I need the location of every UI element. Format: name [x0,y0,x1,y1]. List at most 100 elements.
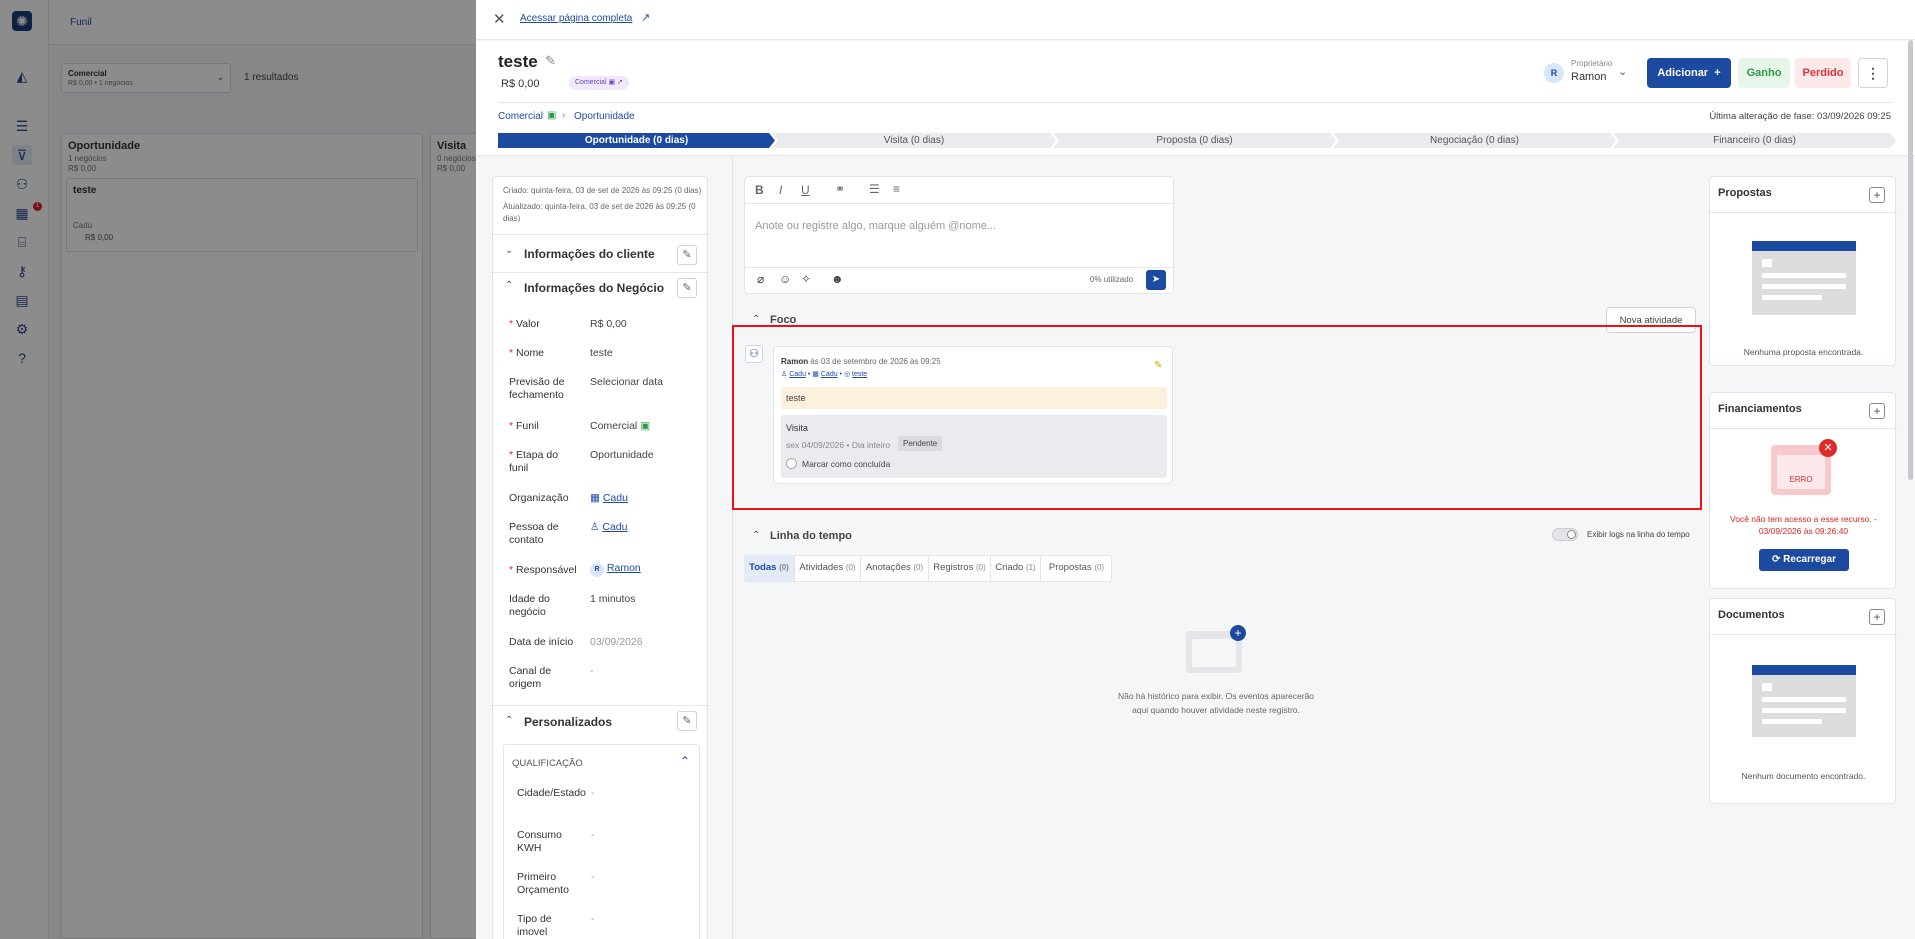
funnel-icon: ▣ [547,110,557,121]
chevron-up-icon[interactable]: ⌃ [505,715,513,726]
field-value-etapa[interactable]: Oportunidade [590,449,654,462]
custom-section[interactable]: Personalizados [524,715,612,729]
tab-atividades[interactable]: Atividades (0) [795,555,861,581]
mention-icon[interactable]: ☺ [779,272,791,286]
edit-pencil-icon[interactable]: ✎ [1154,360,1162,371]
label-text: Etapa do funil [509,449,559,474]
field-label-data-inicio: Data de início [509,636,574,648]
responsible-link[interactable]: Ramon [607,562,641,574]
field-label-etapa: * Etapa do funil [509,449,579,475]
stage-oportunidade[interactable]: Oportunidade (0 dias) [498,133,775,148]
divider [732,156,733,939]
edit-deal-icon[interactable]: ✎ [677,278,697,298]
bullet-list-icon[interactable]: ☰ [869,182,880,196]
qual-label-tipo: Tipo de imovel [517,913,552,938]
chevron-up-icon[interactable]: ⌃ [505,280,513,291]
status-badge: Pendente [898,436,943,451]
field-value-previsao[interactable]: Selecionar data [590,376,663,389]
field-value-nome[interactable]: teste [590,347,613,360]
documents-title: Documentos [1718,609,1785,621]
client-info-section[interactable]: Informações do cliente [524,247,655,261]
link-icon[interactable]: ⚭ [835,182,845,196]
proposals-empty: Nenhuma proposta encontrada. [1743,347,1864,357]
chevron-up-icon[interactable]: ⌃ [752,530,760,541]
edit-custom-icon[interactable]: ✎ [677,711,697,731]
org-link[interactable]: Cadu [821,371,838,378]
note-input[interactable]: Anote ou registre algo, marque alguém @n… [755,220,996,232]
breadcrumb-funnel[interactable]: Comercial [498,111,543,122]
tab-propostas[interactable]: Propostas (0) [1041,555,1112,581]
owner-name[interactable]: Ramon [1571,71,1606,83]
qual-value-cidade[interactable]: - [591,787,595,800]
funnel-tag[interactable]: Comercial ▣ ↗ [569,76,629,90]
add-proposal-icon[interactable]: + [1869,187,1885,203]
divider [498,102,1893,103]
magic-icon[interactable]: ✧ [801,272,811,286]
logs-toggle[interactable] [1552,528,1578,541]
contact-link[interactable]: Cadu [789,371,806,378]
underline-icon[interactable]: U [801,183,810,197]
deal-link[interactable]: teste [852,371,867,378]
mark-done-label[interactable]: Marcar como concluída [802,459,890,469]
bold-icon[interactable]: B [755,183,764,197]
lost-button[interactable]: Perdido [1795,58,1851,88]
chevron-down-icon[interactable]: ⌄ [505,245,513,256]
qual-value-consumo[interactable]: - [591,829,595,842]
chevron-up-icon[interactable]: ⌃ [680,754,690,768]
documents-empty: Nenhum documento encontrado. [1741,771,1866,781]
field-value-canal[interactable]: - [590,665,594,678]
open-full-page-link[interactable]: Acessar página completa [520,13,632,24]
contact-link[interactable]: Cadu [602,521,627,533]
attachment-icon[interactable]: ⌀ [757,272,764,286]
stage-proposta[interactable]: Proposta (0 dias) [1053,133,1336,148]
field-value-organizacao[interactable]: ▦ Cadu [590,492,628,505]
tab-anotacoes[interactable]: Anotações (0) [861,555,929,581]
scrollbar[interactable] [1908,40,1913,480]
add-document-icon[interactable]: + [1869,609,1885,625]
deal-info-section[interactable]: Informações do Negócio [524,281,664,295]
complete-checkbox[interactable] [786,458,797,469]
timeline-title[interactable]: Linha do tempo [770,530,852,542]
stage-negociacao[interactable]: Negociação (0 dias) [1333,133,1616,148]
financing-card: Financiamentos + ERRO ✕ Você não tem ace… [1709,392,1897,589]
edit-pencil-icon[interactable]: ✎ [545,53,556,69]
field-value-valor[interactable]: R$ 0,00 [590,318,627,331]
italic-icon[interactable]: I [779,183,782,197]
breadcrumb-stage[interactable]: Oportunidade [574,111,635,122]
won-button[interactable]: Ganho [1738,58,1790,88]
stage-financeiro[interactable]: Financeiro (0 dias) [1613,133,1896,148]
field-label-previsao: Previsão de fechamento [509,376,565,401]
stage-visita[interactable]: Visita (0 dias) [772,133,1056,148]
divider [493,705,709,706]
emoji-icon[interactable]: ☻ [831,272,844,286]
org-link[interactable]: Cadu [603,492,628,504]
qual-label-consumo: Consumo KWH [517,829,562,854]
close-icon[interactable]: ✕ [493,10,506,28]
chevron-down-icon[interactable]: ⌄ [1618,65,1627,78]
field-label-pessoa: Pessoa de contato [509,521,559,546]
tab-todas[interactable]: Todas (0) [744,555,795,581]
field-value-data-inicio[interactable]: 03/09/2026 [590,636,643,649]
qual-value-orcamento[interactable]: - [591,871,595,884]
field-value-pessoa[interactable]: ♙ Cadu [590,521,627,534]
chevron-up-icon[interactable]: ⌃ [752,314,760,325]
reload-button[interactable]: ⟳ Recarregar [1759,549,1849,571]
document-illustration-body [1752,251,1856,315]
add-button[interactable]: Adicionar + [1647,58,1731,88]
field-value-responsavel[interactable]: R Ramon [590,562,641,577]
add-financing-icon[interactable]: + [1869,403,1885,419]
numbered-list-icon[interactable]: ≡ [893,182,900,196]
tab-criado[interactable]: Criado (1) [991,555,1041,581]
activity-date: sex 04/09/2026 • Dia inteiro [786,440,891,450]
field-label-canal: Canal de origem [509,665,552,690]
qual-value-tipo[interactable]: - [591,913,595,926]
field-value-funil[interactable]: Comercial ▣ [590,420,650,433]
edit-client-icon[interactable]: ✎ [677,245,697,265]
tab-registros[interactable]: Registros (0) [929,555,991,581]
owner-avatar: R [1544,63,1564,83]
more-options-icon[interactable]: ⋮ [1858,58,1888,88]
tab-count: (0) [845,563,856,572]
person-icon: ♙ [590,521,600,533]
send-icon[interactable]: ➤ [1146,270,1166,290]
qualification-title: QUALIFICAÇÃO [512,758,583,769]
